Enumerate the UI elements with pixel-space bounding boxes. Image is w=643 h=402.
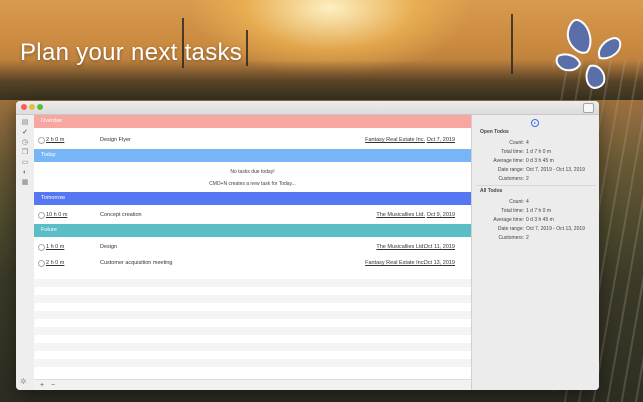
- reports-icon[interactable]: ▦: [21, 179, 29, 186]
- task-duration[interactable]: 1 h 0 m: [46, 239, 64, 255]
- stat-label: Customers:: [498, 235, 524, 241]
- stat-label: Total time:: [501, 149, 524, 155]
- stat-value: Oct 7, 2019 - Oct 13, 2019: [526, 167, 585, 173]
- stat-value: 0 d 3 h 45 m: [526, 158, 554, 164]
- stat-value: 4: [526, 140, 529, 146]
- stat-row: Date range: Oct 7, 2019 - Oct 13, 2019: [472, 226, 599, 235]
- task-row[interactable]: 1 h 0 m Design The Musicallies Ltd. Oct …: [34, 239, 471, 255]
- open-todos-heading: Open Todos: [480, 129, 509, 135]
- section-today: Today: [34, 149, 471, 162]
- empty-row-stripe: [34, 359, 471, 367]
- remove-task-button[interactable]: −: [51, 380, 55, 390]
- today-empty-message: No tasks due today!: [230, 169, 275, 175]
- task-duration[interactable]: 2 h 0 m: [46, 132, 64, 148]
- todo-list: Overdue 2 h 0 m Design Flyer Fantasy Rea…: [34, 115, 471, 379]
- task-customer[interactable]: The Musicallies Ltd.: [376, 239, 425, 255]
- zoom-window-button[interactable]: [37, 104, 43, 110]
- documents-icon[interactable]: ❐: [21, 149, 29, 156]
- stat-label: Total time:: [501, 208, 524, 214]
- inbox-icon[interactable]: ▤: [21, 119, 29, 126]
- section-label: Future: [41, 227, 57, 233]
- minimize-window-button[interactable]: [29, 104, 35, 110]
- inspector-panel: ▸ Open Todos Count: 4 Total time: 1 d 7 …: [471, 115, 599, 390]
- title-bar: [16, 101, 599, 115]
- task-checkbox[interactable]: [38, 137, 45, 144]
- stat-row: Total time: 1 d 7 h 0 m: [472, 149, 599, 158]
- empty-row-stripe: [34, 295, 471, 303]
- stat-row: Average time: 0 d 3 h 45 m: [472, 158, 599, 167]
- settings-icon[interactable]: ✲: [20, 377, 30, 387]
- task-row[interactable]: 2 h 0 m Design Flyer Fantasy Real Estate…: [34, 132, 471, 148]
- todos-check-icon[interactable]: ✓: [21, 129, 29, 136]
- stat-value: 0 d 3 h 45 m: [526, 217, 554, 223]
- task-name: Design Flyer: [100, 137, 131, 143]
- stat-row: Customers: 2: [472, 235, 599, 244]
- sidebar: ▤ ✓ ◷ ❐ ▭ ◐ ▦ ✲: [16, 115, 35, 390]
- stat-label: Date range:: [497, 167, 524, 173]
- task-duration[interactable]: 10 h 0 m: [46, 207, 67, 223]
- stat-label: Count:: [509, 199, 524, 205]
- task-customer[interactable]: Fantasy Real Estate Inc.: [365, 132, 425, 148]
- section-tomorrow: Tomorrow: [34, 192, 471, 205]
- stat-label: Average time:: [493, 217, 524, 223]
- empty-row-stripe: [34, 279, 471, 287]
- stat-value: 2: [526, 235, 529, 241]
- stat-row: Total time: 1 d 7 h 0 m: [472, 208, 599, 217]
- stat-value: 2: [526, 176, 529, 182]
- stat-row: Count: 4: [472, 140, 599, 149]
- task-row[interactable]: 10 h 0 m Concept creation The Musicallie…: [34, 207, 471, 223]
- money-icon[interactable]: ◐: [21, 169, 29, 176]
- close-window-button[interactable]: [21, 104, 27, 110]
- task-customer[interactable]: The Musicallies Ltd.: [376, 207, 425, 223]
- stat-row: Count: 4: [472, 199, 599, 208]
- task-name: Customer acquisition meeting: [100, 260, 173, 266]
- task-name: Design: [100, 244, 118, 250]
- statistics-icon[interactable]: ▸: [531, 119, 539, 127]
- empty-row-stripe: [34, 311, 471, 319]
- stat-value: Oct 7, 2019 - Oct 13, 2019: [526, 226, 585, 232]
- stat-label: Date range:: [497, 226, 524, 232]
- all-todos-heading: All Todos: [480, 188, 503, 194]
- power-pole: [246, 30, 248, 66]
- section-label: Today: [41, 152, 56, 158]
- stat-label: Count:: [509, 140, 524, 146]
- section-overdue: Overdue: [34, 115, 471, 128]
- app-window: ▤ ✓ ◷ ❐ ▭ ◐ ▦ ✲ Overdue 2 h 0 m Design F…: [16, 101, 599, 390]
- empty-row-stripe: [34, 343, 471, 351]
- empty-row-stripe: [34, 327, 471, 335]
- promo-headline: Plan your next tasks: [20, 39, 243, 66]
- app-logo-icon: [555, 18, 622, 90]
- clock-icon[interactable]: ◷: [21, 139, 29, 146]
- stat-value: 1 d 7 h 0 m: [526, 208, 552, 214]
- task-checkbox[interactable]: [38, 244, 45, 251]
- stat-label: Average time:: [493, 158, 524, 164]
- stat-row: Customers: 2: [472, 176, 599, 185]
- stat-value: 1 d 7 h 0 m: [526, 149, 552, 155]
- stat-label: Customers:: [498, 176, 524, 182]
- power-pole: [511, 14, 513, 74]
- task-date[interactable]: Oct 9, 2019: [427, 207, 455, 223]
- task-date[interactable]: Oct 11, 2019: [424, 239, 455, 255]
- task-date[interactable]: Oct 7, 2019: [427, 132, 455, 148]
- task-checkbox[interactable]: [38, 212, 45, 219]
- section-label: Tomorrow: [41, 195, 66, 201]
- task-customer[interactable]: Fantasy Real Estate Inc.: [365, 255, 425, 271]
- stat-value: 4: [526, 199, 529, 205]
- stat-row: Date range: Oct 7, 2019 - Oct 13, 2019: [472, 167, 599, 176]
- task-duration[interactable]: 2 h 0 m: [46, 255, 64, 271]
- task-date[interactable]: Oct 13, 2019: [424, 255, 456, 271]
- invoice-icon[interactable]: ▭: [21, 159, 29, 166]
- task-name: Concept creation: [100, 212, 142, 218]
- task-checkbox[interactable]: [38, 260, 45, 267]
- toggle-inspector-button[interactable]: [583, 103, 594, 113]
- add-task-button[interactable]: +: [40, 380, 44, 390]
- section-future: Future: [34, 224, 471, 237]
- bottom-toolbar: + −: [34, 379, 471, 390]
- today-empty-hint: CMD+N creates a new task for Today...: [209, 181, 296, 187]
- task-row[interactable]: 2 h 0 m Customer acquisition meeting Fan…: [34, 255, 471, 271]
- inspector-divider: [476, 185, 596, 186]
- stat-row: Average time: 0 d 3 h 45 m: [472, 217, 599, 226]
- section-label: Overdue: [41, 118, 63, 124]
